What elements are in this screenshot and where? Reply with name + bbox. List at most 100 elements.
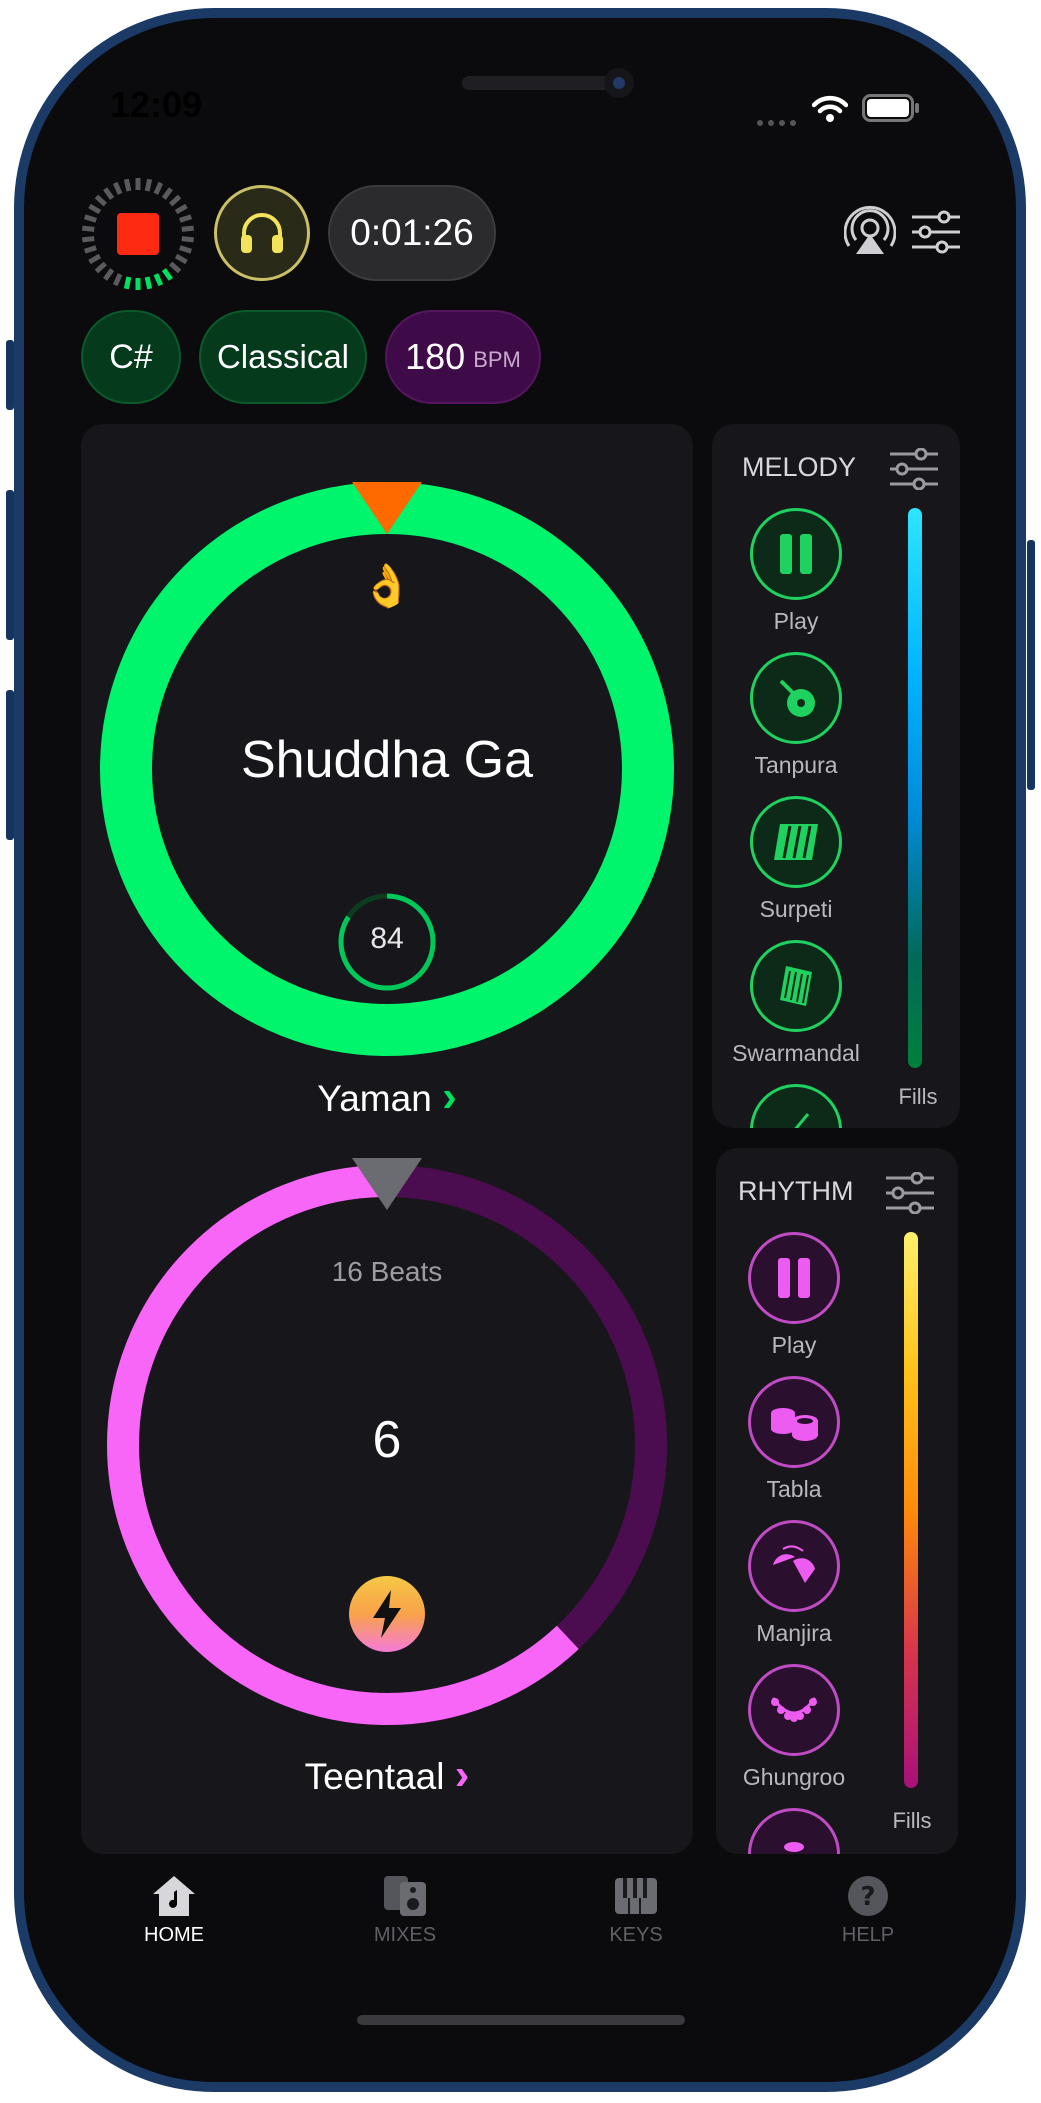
airplay-button[interactable]: [843, 204, 897, 261]
taal-name: Teentaal: [304, 1756, 445, 1797]
record-level-tick: [169, 261, 182, 274]
key-label: C#: [109, 337, 153, 376]
rhythm-play-label: Play: [771, 1332, 817, 1358]
ghungroo-button[interactable]: [748, 1664, 840, 1756]
tuning-value: 84: [370, 922, 404, 955]
tab-mixes-label: MIXES: [373, 1924, 437, 1946]
record-stop-icon: [82, 178, 194, 290]
rhythm-fills-label: Fills: [892, 1808, 932, 1833]
record-level-tick: [174, 203, 188, 215]
tab-help[interactable]: ? HELP: [788, 1874, 948, 1947]
record-level-tick: [83, 214, 97, 223]
record-level-tick: [174, 253, 188, 265]
status-time: 12:09: [110, 84, 203, 125]
mixes-icon: [384, 1876, 426, 1916]
record-level-tick: [112, 181, 123, 195]
record-level-tick: [94, 194, 107, 207]
rhythm-panel-title: RHYTHM: [738, 1176, 854, 1206]
record-stop-button[interactable]: [80, 176, 196, 292]
surpeti-button[interactable]: [750, 796, 842, 888]
rhythm-panel: RHYTHM Fills Play Tabla Manjira Ghungroo: [716, 1148, 958, 1854]
earpiece-speaker: [462, 76, 612, 90]
surpeti-icon: [774, 824, 818, 860]
rhythm-settings-icon[interactable]: [884, 1172, 936, 1214]
melody-volume-slider[interactable]: [908, 508, 922, 1068]
pause-icon: [780, 534, 812, 574]
bpm-selector[interactable]: 180 BPM: [385, 310, 541, 404]
cellular-signal-icon: [756, 114, 800, 126]
tab-home[interactable]: HOME: [94, 1874, 254, 1947]
record-level-tick: [88, 253, 102, 265]
help-icon: ?: [848, 1876, 888, 1916]
melody-extra-button[interactable]: [750, 1084, 842, 1128]
genre-label: Classical: [216, 338, 350, 375]
ghungroo-label: Ghungroo: [742, 1764, 846, 1790]
swarmandal-button[interactable]: [750, 940, 842, 1032]
melody-fills-label: Fills: [898, 1084, 938, 1109]
melody-play-button[interactable]: [750, 508, 842, 600]
record-level-tick: [169, 194, 182, 207]
pause-icon: [778, 1258, 810, 1298]
tabla-icon: [771, 1408, 818, 1441]
rhythm-volume-slider[interactable]: [904, 1232, 918, 1788]
tanpura-label: Tanpura: [754, 752, 838, 778]
settings-sliders-button[interactable]: [910, 210, 962, 259]
record-level-tick: [181, 236, 194, 243]
airplay-icon: [843, 205, 897, 254]
record-level-tick: [82, 236, 95, 243]
record-level-tick: [179, 245, 193, 254]
fill-trigger-button[interactable]: [349, 1576, 425, 1652]
lightning-icon: [373, 1590, 401, 1638]
record-level-tick: [161, 187, 173, 200]
home-indicator: [357, 2015, 685, 2025]
session-timer-text: 0:01:26: [350, 212, 474, 253]
melody-play-label: Play: [773, 608, 819, 634]
record-level-tick: [144, 178, 153, 192]
tanpura-button[interactable]: [750, 652, 842, 744]
headphones-icon: [241, 213, 283, 253]
record-level-tick: [179, 214, 193, 223]
record-level-tick: [103, 268, 115, 281]
tab-keys[interactable]: KEYS: [556, 1874, 716, 1947]
rhythm-extra-button[interactable]: [748, 1808, 840, 1854]
raga-selector[interactable]: Yaman ›: [237, 1072, 537, 1122]
current-beat: 6: [372, 1411, 402, 1469]
record-level-tick: [153, 181, 164, 195]
record-level-tick: [153, 273, 164, 287]
genre-selector[interactable]: Classical: [199, 310, 367, 404]
tab-help-label: HELP: [841, 1924, 895, 1946]
tabla-label: Tabla: [766, 1476, 822, 1502]
manjira-label: Manjira: [756, 1620, 832, 1646]
surpeti-label: Surpeti: [759, 896, 833, 922]
battery-icon: [862, 94, 920, 127]
record-level-tick: [103, 187, 115, 200]
record-level-tick: [161, 268, 173, 281]
dholak-icon: [784, 1842, 804, 1852]
melody-settings-icon[interactable]: [888, 448, 940, 490]
melody-panel-title: MELODY: [742, 452, 857, 482]
manjira-button[interactable]: [748, 1520, 840, 1612]
bpm-unit: BPM: [473, 347, 521, 372]
sliders-icon: [912, 210, 960, 254]
record-level-tick: [144, 276, 153, 290]
key-selector[interactable]: C#: [81, 310, 181, 404]
manjira-icon: [773, 1545, 815, 1583]
swarmandal-icon: [780, 966, 812, 1006]
record-level-tick: [83, 245, 97, 254]
beats-count: 16 Beats: [331, 1256, 443, 1287]
keys-icon: [615, 1878, 657, 1914]
record-level-tick: [123, 276, 132, 290]
record-level-tick: [181, 225, 194, 232]
taal-selector[interactable]: Teentaal ›: [237, 1750, 537, 1800]
headphones-button[interactable]: [214, 185, 310, 281]
rhythm-play-button[interactable]: [748, 1232, 840, 1324]
session-timer: 0:01:26: [328, 185, 496, 281]
tabla-button[interactable]: [748, 1376, 840, 1468]
tab-keys-label: KEYS: [609, 1924, 663, 1946]
raga-chevron-icon: ›: [442, 1072, 457, 1121]
sitar-icon: [794, 1113, 810, 1128]
tuning-gauge: 84: [337, 892, 437, 992]
record-level-tick: [94, 261, 107, 274]
tab-mixes[interactable]: MIXES: [325, 1874, 485, 1947]
record-level-tick: [88, 203, 102, 215]
